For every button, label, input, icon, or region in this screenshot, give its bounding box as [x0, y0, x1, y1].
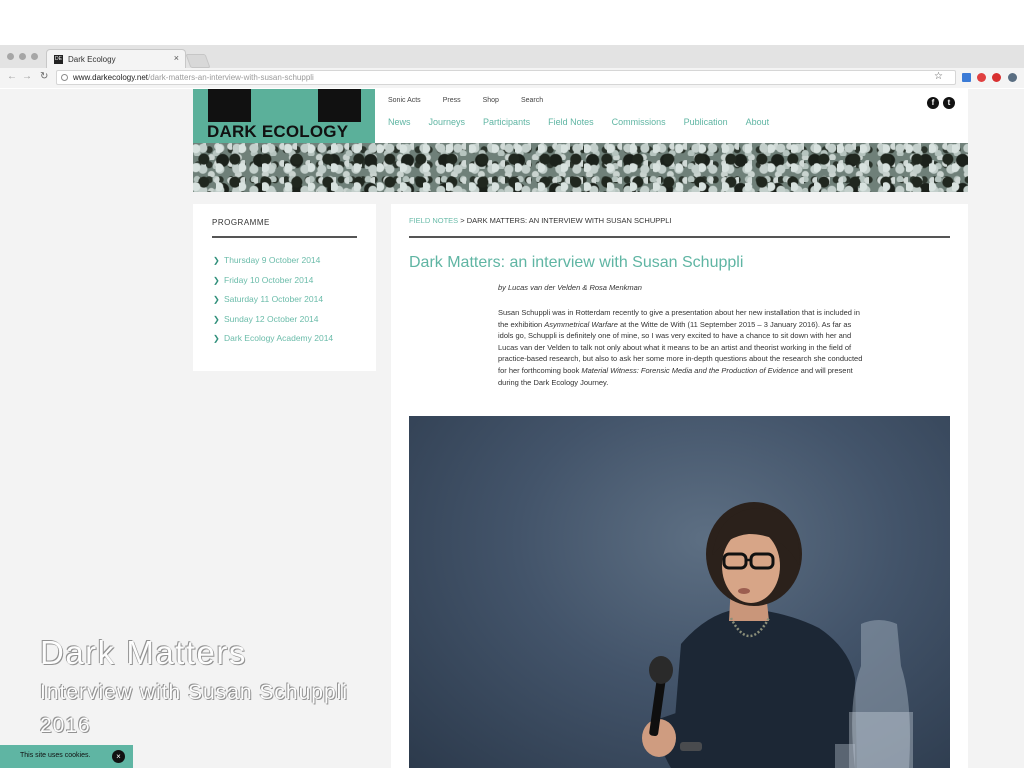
- chevron-right-icon: ❯: [213, 314, 220, 324]
- window-controls: [7, 53, 38, 60]
- nav-press[interactable]: Press: [443, 97, 461, 104]
- content-divider: [409, 236, 950, 238]
- nav-sonic-acts[interactable]: Sonic Acts: [388, 97, 421, 104]
- intro-book-title: Material Witness: Forensic Media and the…: [581, 365, 799, 375]
- browser-tab[interactable]: DE Dark Ecology ×: [46, 49, 186, 69]
- nav-news[interactable]: News: [388, 117, 411, 127]
- programme-item-label: Friday 10 October 2014: [224, 274, 314, 285]
- programme-item-saturday[interactable]: ❯ Saturday 11 October 2014: [213, 294, 333, 314]
- breadcrumb-separator: >: [458, 216, 467, 225]
- article-byline: by Lucas van der Velden & Rosa Menkman: [498, 283, 642, 292]
- programme-sidebar: PROGRAMME ❯ Thursday 9 October 2014 ❯ Frid…: [193, 204, 376, 371]
- new-tab-button[interactable]: [185, 54, 211, 68]
- adblock-icon[interactable]: [992, 73, 1001, 82]
- tab-close-icon[interactable]: ×: [174, 53, 179, 63]
- nav-journeys[interactable]: Journeys: [429, 117, 466, 127]
- address-bar[interactable]: www.darkecology.net/dark-matters-an-inte…: [56, 70, 956, 85]
- bookmark-star-icon[interactable]: ☆: [934, 71, 943, 82]
- nav-participants[interactable]: Participants: [483, 117, 530, 127]
- logo-block-right: [318, 89, 361, 122]
- tab-title: Dark Ecology: [68, 55, 116, 64]
- url-path: /dark-matters-an-interview-with-susan-sc…: [148, 73, 314, 82]
- nav-field-notes[interactable]: Field Notes: [548, 117, 594, 127]
- header-banner-image: [193, 143, 968, 192]
- url-host: www.darkecology.net: [73, 73, 148, 82]
- cookie-notice: This site uses cookies. ×: [0, 745, 133, 768]
- nav-shop[interactable]: Shop: [483, 97, 499, 104]
- nav-search[interactable]: Search: [521, 97, 543, 104]
- chevron-right-icon: ❯: [213, 295, 220, 304]
- maximize-window-button[interactable]: [31, 53, 38, 60]
- programme-item-academy[interactable]: ❯ Dark Ecology Academy 2014: [213, 333, 333, 353]
- browser-chrome: DE Dark Ecology × ← → ↻ www.darkecology.…: [0, 45, 1024, 88]
- cloud-extension-icon[interactable]: [1008, 73, 1017, 82]
- intro-exhibition-title: Asymmetrical Warfare: [544, 319, 618, 329]
- overlay-title: Dark Matters: [40, 634, 247, 671]
- nav-commissions[interactable]: Commissions: [612, 117, 666, 127]
- breadcrumb-current: DARK MATTERS: AN INTERVIEW WITH SUSAN SC…: [466, 216, 672, 225]
- programme-item-thursday[interactable]: ❯ Thursday 9 October 2014: [213, 255, 333, 275]
- breadcrumb-field-notes[interactable]: FIELD NOTES: [409, 216, 458, 225]
- close-window-button[interactable]: [7, 53, 14, 60]
- programme-item-friday[interactable]: ❯ Friday 10 October 2014: [213, 275, 333, 295]
- top-nav: Sonic Acts Press Shop Search: [388, 97, 543, 104]
- article-content: FIELD NOTES > DARK MATTERS: AN INTERVIEW…: [391, 204, 968, 768]
- url-text: www.darkecology.net/dark-matters-an-inte…: [73, 73, 314, 82]
- logo-text: DARK ECOLOGY: [207, 122, 349, 141]
- chevron-right-icon: ❯: [213, 334, 220, 343]
- main-nav: News Journeys Participants Field Notes C…: [388, 117, 769, 127]
- overlay-subtitle: Interview with Susan Schuppli: [40, 681, 348, 704]
- article-title: Dark Matters: an interview with Susan Sc…: [409, 254, 744, 271]
- chevron-right-icon: ❯: [213, 275, 220, 285]
- programme-list: ❯ Thursday 9 October 2014 ❯ Friday 10 Octo…: [213, 255, 333, 353]
- facebook-icon[interactable]: f: [927, 97, 939, 109]
- programme-item-label: Sunday 12 October 2014: [224, 313, 319, 324]
- site-info-icon[interactable]: [61, 74, 68, 81]
- overlay-year: 2016: [40, 714, 91, 737]
- opera-icon[interactable]: [977, 73, 986, 82]
- reload-icon[interactable]: ↻: [40, 72, 48, 82]
- programme-item-sunday[interactable]: ❯ Sunday 12 October 2014: [213, 314, 333, 334]
- programme-item-label: Thursday 9 October 2014: [224, 255, 321, 265]
- favicon-icon: DE: [54, 55, 63, 64]
- extension-icon[interactable]: [962, 73, 971, 82]
- nav-publication[interactable]: Publication: [684, 117, 728, 127]
- sidebar-title: PROGRAMME: [212, 218, 270, 227]
- nav-about[interactable]: About: [746, 117, 770, 127]
- forward-arrow-icon[interactable]: →: [22, 72, 32, 82]
- logo-block-left: [208, 89, 251, 122]
- breadcrumb: FIELD NOTES > DARK MATTERS: AN INTERVIEW…: [409, 216, 672, 225]
- cookie-text: This site uses cookies.: [20, 752, 91, 759]
- programme-item-label: Saturday 11 October 2014: [224, 294, 324, 304]
- chevron-right-icon: ❯: [213, 256, 220, 265]
- site-header: DARK ECOLOGY Sonic Acts Press Shop Searc…: [193, 89, 968, 143]
- browser-toolbar: ← → ↻ www.darkecology.net/dark-matters-a…: [0, 68, 1024, 88]
- sidebar-divider: [212, 236, 357, 238]
- article-intro: Susan Schuppli was in Rotterdam recently…: [498, 307, 863, 388]
- site-logo[interactable]: DARK ECOLOGY: [193, 89, 375, 143]
- article-photo: [409, 416, 950, 768]
- twitter-icon[interactable]: t: [943, 97, 955, 109]
- programme-item-label: Dark Ecology Academy 2014: [224, 333, 334, 343]
- speaker-photo-illustration: [642, 502, 913, 768]
- minimize-window-button[interactable]: [19, 53, 26, 60]
- back-arrow-icon[interactable]: ←: [7, 72, 17, 82]
- cookie-close-icon[interactable]: ×: [112, 750, 125, 763]
